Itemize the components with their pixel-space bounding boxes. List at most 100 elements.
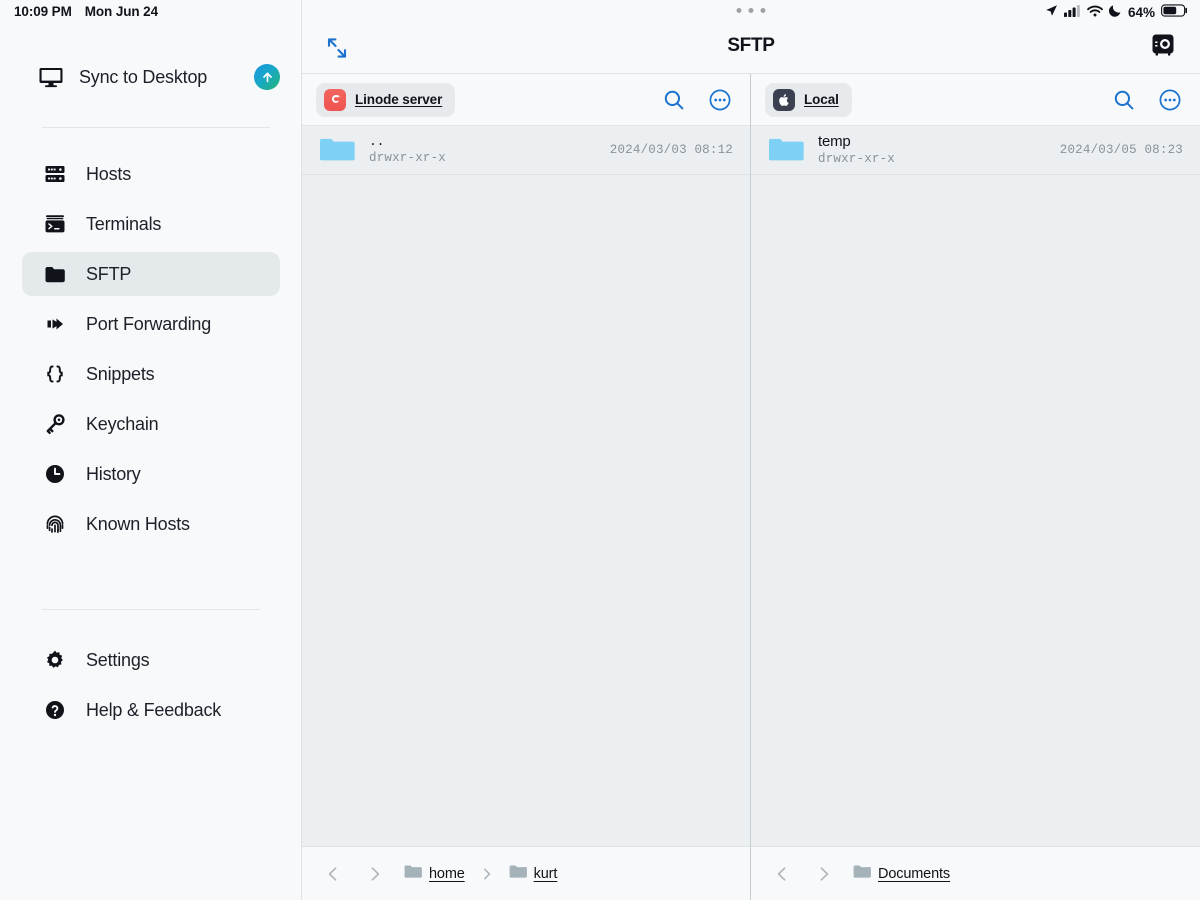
connection-chip-local[interactable]: Local	[765, 82, 852, 117]
sidebar-footer-nav: Settings Help & Feedback	[0, 632, 302, 738]
breadcrumb-label: Documents	[878, 865, 950, 882]
folder-icon	[42, 261, 68, 287]
debian-logo-icon	[324, 88, 346, 111]
remote-pane-actions	[661, 87, 733, 113]
file-permissions: drwxr-xr-x	[369, 150, 447, 165]
table-row[interactable]: temp drwxr-xr-x 2024/03/05 08:23	[751, 126, 1200, 175]
do-not-disturb-moon-icon	[1108, 4, 1122, 20]
connection-chip-label: Linode server	[355, 92, 443, 107]
file-date: 2024/03/05 08:23	[1059, 143, 1183, 157]
sidebar-item-label: Port Forwarding	[86, 313, 212, 334]
sidebar-item-snippets[interactable]: Snippets	[22, 352, 280, 396]
desktop-monitor-icon	[38, 64, 64, 90]
cellular-signal-icon	[1063, 4, 1081, 20]
status-bar-time: 10:09 PM	[14, 4, 72, 19]
sidebar-item-keychain[interactable]: Keychain	[22, 402, 280, 446]
chevron-right-icon	[479, 866, 495, 882]
wifi-icon	[1087, 5, 1103, 20]
sync-upload-button[interactable]	[254, 64, 280, 90]
more-options-icon[interactable]	[1157, 87, 1183, 113]
more-options-icon[interactable]	[707, 87, 733, 113]
file-info: temp drwxr-xr-x	[818, 133, 895, 167]
sync-to-desktop-row[interactable]: Sync to Desktop	[38, 57, 280, 97]
folder-icon	[404, 864, 422, 884]
fingerprint-icon	[42, 511, 68, 537]
local-pane: Local temp drwxr-xr-x 2024/03/05 08:23 D…	[751, 74, 1200, 900]
server-rack-icon	[42, 161, 68, 187]
question-circle-icon	[42, 697, 68, 723]
remote-breadcrumb: home kurt	[302, 846, 750, 900]
folder-icon	[853, 864, 871, 884]
chevron-right-icon[interactable]	[360, 859, 390, 889]
sidebar-item-label: SFTP	[86, 263, 132, 284]
chevron-right-icon[interactable]	[809, 859, 839, 889]
arrow-forward-icon	[42, 311, 68, 337]
sidebar-item-label: Hosts	[86, 163, 132, 184]
sidebar-item-hosts[interactable]: Hosts	[22, 152, 280, 196]
sidebar-item-sftp[interactable]: SFTP	[22, 252, 280, 296]
terminal-icon	[42, 211, 68, 237]
clock-icon	[42, 461, 68, 487]
app-root: 10:09 PM Mon Jun 24 Sync to Desktop Host…	[0, 0, 1200, 900]
remote-pane-header: Linode server	[302, 74, 750, 126]
sidebar-item-label: Keychain	[86, 413, 159, 434]
breadcrumb-label: kurt	[533, 865, 558, 882]
curly-braces-icon	[42, 361, 68, 387]
local-file-list[interactable]: temp drwxr-xr-x 2024/03/05 08:23	[751, 126, 1200, 846]
file-info: .. drwxr-xr-x	[369, 133, 447, 166]
sidebar: 10:09 PM Mon Jun 24 Sync to Desktop Host…	[0, 0, 302, 900]
remote-pane: Linode server .. drwxr-xr-x 2024/03/03 0…	[302, 74, 751, 900]
sftp-panes: Linode server .. drwxr-xr-x 2024/03/03 0…	[302, 74, 1200, 900]
remote-file-list[interactable]: .. drwxr-xr-x 2024/03/03 08:12	[302, 126, 750, 846]
table-row[interactable]: .. drwxr-xr-x 2024/03/03 08:12	[302, 126, 750, 175]
status-bar-right: 64%	[1045, 4, 1188, 20]
breadcrumb-item-kurt[interactable]: kurt	[509, 864, 558, 884]
breadcrumb-item-home[interactable]: home	[404, 864, 465, 884]
topbar: SFTP 64%	[302, 0, 1200, 74]
battery-percent-label: 64%	[1127, 4, 1155, 20]
chevron-left-icon[interactable]	[767, 859, 797, 889]
connection-chip-remote[interactable]: Linode server	[316, 82, 456, 117]
sidebar-item-label: Known Hosts	[86, 513, 190, 534]
battery-icon	[1161, 4, 1188, 20]
page-title: SFTP	[727, 35, 775, 56]
sidebar-item-settings[interactable]: Settings	[22, 638, 280, 682]
sidebar-item-history[interactable]: History	[22, 452, 280, 496]
sidebar-item-port-forwarding[interactable]: Port Forwarding	[22, 302, 280, 346]
window-grabber-dots-icon[interactable]	[736, 8, 766, 13]
chevron-left-icon[interactable]	[318, 859, 348, 889]
breadcrumb-label: home	[429, 865, 465, 882]
sync-to-desktop-label: Sync to Desktop	[79, 66, 208, 87]
breadcrumb-item-documents[interactable]: Documents	[853, 864, 950, 884]
file-name: ..	[369, 133, 385, 149]
status-bar-left: 10:09 PM Mon Jun 24	[14, 4, 158, 19]
main-content: SFTP 64% Linode server .. drwxr-xr-x 202…	[302, 0, 1200, 900]
search-icon[interactable]	[661, 87, 687, 113]
sidebar-item-label: Terminals	[86, 213, 162, 234]
file-permissions: drwxr-xr-x	[818, 152, 896, 166]
status-bar-date: Mon Jun 24	[84, 4, 158, 19]
sidebar-item-known-hosts[interactable]: Known Hosts	[22, 502, 280, 546]
sidebar-divider-top	[42, 127, 270, 128]
folder-icon	[768, 136, 804, 164]
sidebar-item-help-feedback[interactable]: Help & Feedback	[22, 688, 280, 732]
key-icon	[42, 411, 68, 437]
sidebar-item-label: Settings	[86, 649, 150, 670]
local-pane-header: Local	[751, 74, 1200, 126]
gear-icon	[42, 647, 68, 673]
local-pane-actions	[1111, 87, 1183, 113]
connection-chip-label: Local	[804, 92, 839, 107]
folder-icon	[509, 864, 527, 884]
location-arrow-icon	[1045, 4, 1058, 20]
sidebar-item-label: History	[86, 463, 141, 484]
local-breadcrumb: Documents	[751, 846, 1200, 900]
vault-safe-icon[interactable]	[1148, 30, 1178, 60]
sidebar-divider-bottom	[42, 609, 260, 610]
sidebar-item-terminals[interactable]: Terminals	[22, 202, 280, 246]
folder-icon	[319, 136, 355, 164]
sidebar-nav: Hosts Terminals SFTP Port Forwarding Sni…	[0, 146, 302, 552]
search-icon[interactable]	[1111, 87, 1137, 113]
sidebar-item-label: Snippets	[86, 363, 155, 384]
file-name: temp	[818, 133, 851, 150]
sidebar-item-label: Help & Feedback	[86, 699, 222, 720]
